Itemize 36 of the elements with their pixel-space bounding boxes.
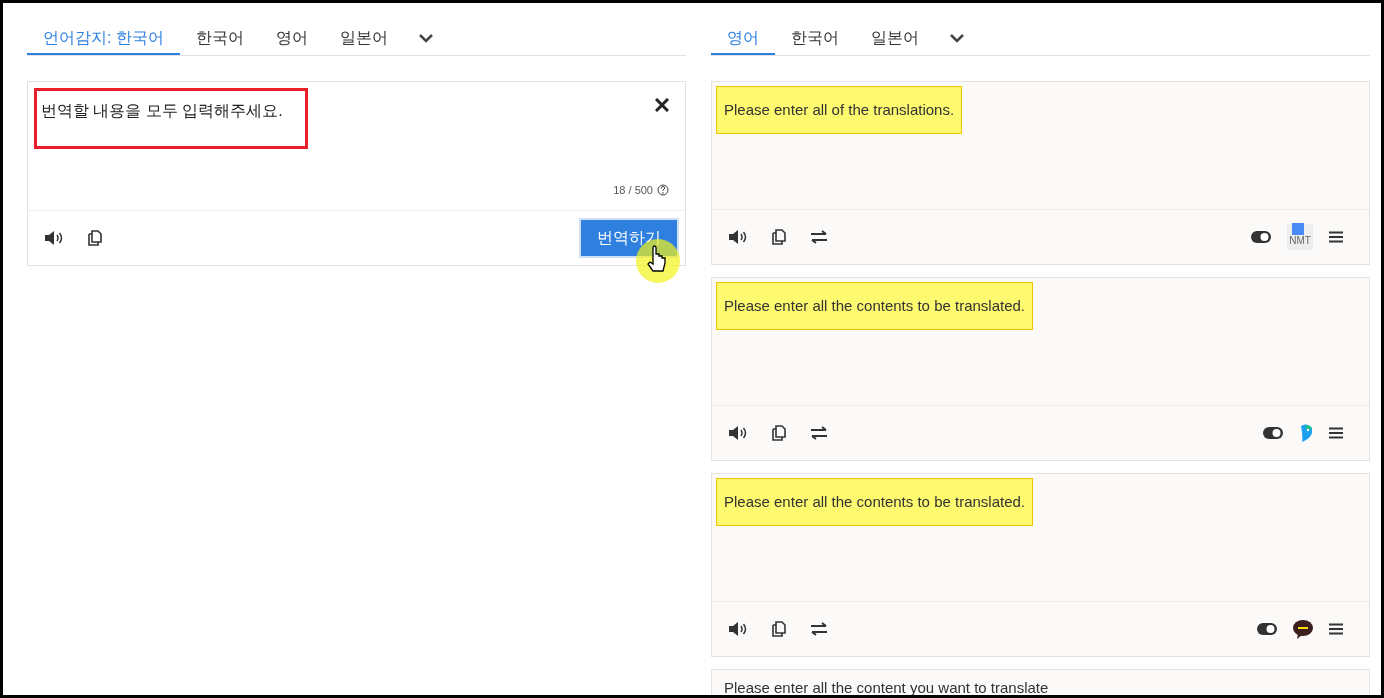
chevron-down-icon[interactable] [949,33,965,43]
menu-icon[interactable] [1329,427,1343,439]
toggle-icon[interactable] [1251,231,1271,243]
copy-icon[interactable] [772,229,786,245]
language-tab[interactable]: 한국어 [775,21,855,55]
speech-bubble-icon[interactable] [1293,619,1313,639]
copy-icon[interactable] [88,230,102,246]
swap-icon[interactable] [810,230,828,244]
character-counter: 18 / 500 [613,182,653,198]
swap-icon[interactable] [810,622,828,636]
language-tab[interactable]: 일본어 [323,21,404,55]
language-tab[interactable]: 영어 [711,21,775,55]
language-tab[interactable]: 한국어 [179,21,260,55]
close-icon[interactable] [655,98,669,112]
language-tab[interactable]: 언어감지: 한국어 [27,21,180,55]
language-tab[interactable]: 영어 [259,21,324,55]
translation-text: Please enter all the contents to be translated. [724,297,1026,314]
speaker-icon[interactable] [728,621,748,637]
toggle-icon[interactable] [1257,623,1277,635]
swap-icon[interactable] [810,426,828,440]
language-tab[interactable]: 일본어 [855,21,935,55]
menu-icon[interactable] [1329,231,1343,243]
translation-text: Please enter all of the translations. [724,101,955,118]
engine-label: NMT [1289,235,1311,246]
copy-icon[interactable] [772,621,786,637]
copy-icon[interactable] [772,425,786,441]
toggle-icon[interactable] [1263,427,1283,439]
speaker-icon[interactable] [44,230,64,246]
menu-icon[interactable] [1329,623,1343,635]
chevron-down-icon[interactable] [417,33,434,43]
speaker-icon[interactable] [728,425,748,441]
translator-logo[interactable]: NMT [1287,224,1313,250]
help-icon[interactable] [657,183,669,196]
parrot-icon[interactable] [1299,423,1313,443]
translation-text: Please enter all the contents to be translated. [724,493,1026,510]
speaker-icon[interactable] [728,229,748,245]
